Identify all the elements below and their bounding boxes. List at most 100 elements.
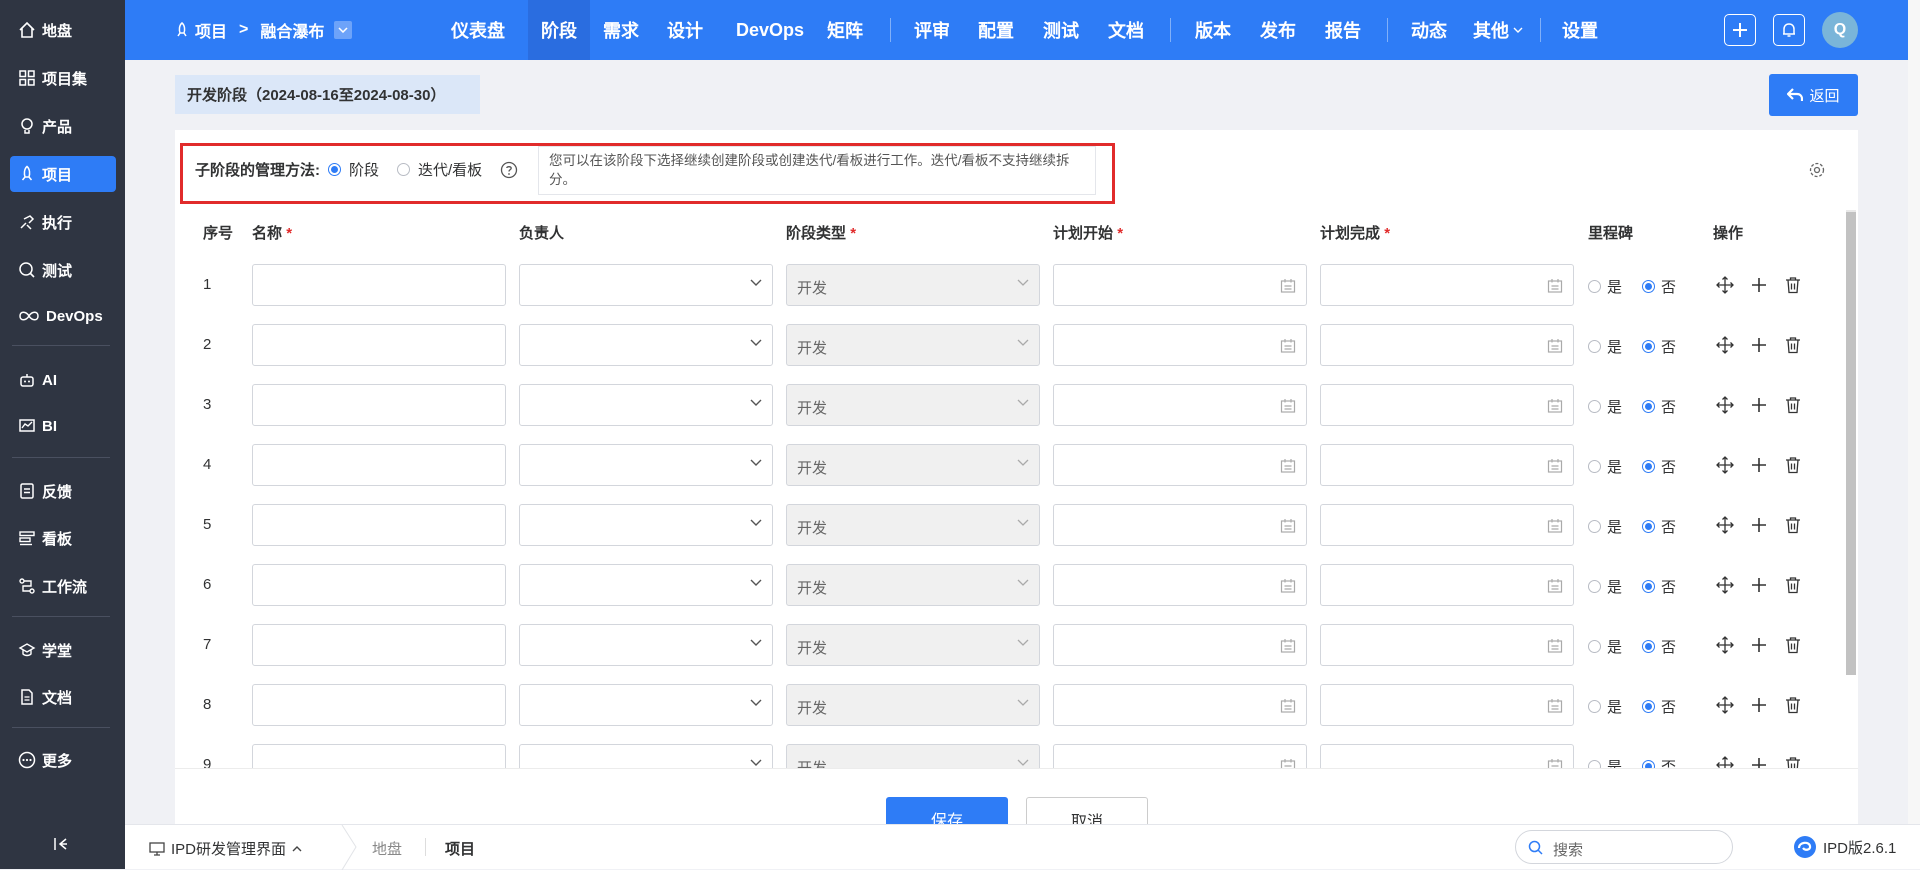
trash-icon[interactable] [1784, 396, 1802, 414]
plan-end-date[interactable] [1320, 264, 1574, 306]
nav-doc[interactable]: 文档 [1101, 0, 1151, 60]
plan-end-date[interactable] [1320, 564, 1574, 606]
move-icon[interactable] [1716, 336, 1734, 354]
nav-stage[interactable]: 阶段 [528, 0, 590, 60]
bottom-crumb-dashboard[interactable]: 地盘 [372, 838, 402, 859]
trash-icon[interactable] [1784, 336, 1802, 354]
plus-icon[interactable] [1750, 336, 1768, 354]
plan-end-date[interactable] [1320, 504, 1574, 546]
plus-icon[interactable] [1750, 636, 1768, 654]
sidebar-item-program[interactable]: 项目集 [10, 60, 116, 96]
nav-settings[interactable]: 设置 [1555, 0, 1605, 60]
name-input[interactable] [252, 504, 506, 546]
nav-design[interactable]: 设计 [660, 0, 710, 60]
plan-start-date[interactable] [1053, 564, 1307, 606]
trash-icon[interactable] [1784, 696, 1802, 714]
sidebar-item-project[interactable]: 项目 [10, 156, 116, 192]
nav-devops[interactable]: DevOps [730, 0, 810, 60]
owner-select[interactable] [519, 324, 773, 366]
move-icon[interactable] [1716, 456, 1734, 474]
milestone-yes-radio[interactable] [1588, 460, 1601, 473]
milestone-no-radio[interactable] [1642, 460, 1656, 473]
move-icon[interactable] [1716, 696, 1734, 714]
name-input[interactable] [252, 264, 506, 306]
plan-start-date[interactable] [1053, 744, 1307, 768]
plus-icon[interactable] [1750, 396, 1768, 414]
plan-end-date[interactable] [1320, 324, 1574, 366]
nav-review[interactable]: 评审 [907, 0, 957, 60]
nav-version[interactable]: 版本 [1188, 0, 1238, 60]
name-input[interactable] [252, 564, 506, 606]
milestone-yes-radio[interactable] [1588, 760, 1601, 768]
collapse-icon[interactable] [53, 836, 69, 852]
stage-type-select[interactable]: 开发 [786, 564, 1040, 606]
plan-start-date[interactable] [1053, 264, 1307, 306]
milestone-yes-radio[interactable] [1588, 700, 1601, 713]
notification-button[interactable] [1773, 14, 1805, 46]
table-scrollbar-thumb[interactable] [1846, 212, 1856, 675]
plan-end-date[interactable] [1320, 744, 1574, 768]
stage-type-select[interactable]: 开发 [786, 384, 1040, 426]
avatar[interactable]: Q [1822, 12, 1858, 48]
milestone-no-radio[interactable] [1642, 640, 1656, 653]
plan-end-date[interactable] [1320, 624, 1574, 666]
bottom-crumb-project[interactable]: 项目 [445, 838, 475, 859]
radio-iteration[interactable] [397, 163, 411, 176]
help-icon[interactable] [500, 161, 518, 179]
owner-select[interactable] [519, 444, 773, 486]
stage-type-select[interactable]: 开发 [786, 444, 1040, 486]
plus-icon[interactable] [1750, 756, 1768, 768]
plan-start-date[interactable] [1053, 624, 1307, 666]
search-input[interactable]: 搜索 [1515, 830, 1733, 864]
trash-icon[interactable] [1784, 636, 1802, 654]
name-input[interactable] [252, 324, 506, 366]
plan-start-date[interactable] [1053, 684, 1307, 726]
milestone-yes-radio[interactable] [1588, 400, 1601, 413]
move-icon[interactable] [1716, 576, 1734, 594]
milestone-yes-radio[interactable] [1588, 340, 1601, 353]
milestone-yes-radio[interactable] [1588, 520, 1601, 533]
nav-release[interactable]: 发布 [1253, 0, 1303, 60]
milestone-yes-radio[interactable] [1588, 580, 1601, 593]
move-icon[interactable] [1716, 396, 1734, 414]
milestone-no-radio[interactable] [1642, 700, 1656, 713]
sidebar-item-dashboard[interactable]: 地盘 [10, 12, 116, 48]
owner-select[interactable] [519, 264, 773, 306]
milestone-no-radio[interactable] [1642, 520, 1656, 533]
plan-end-date[interactable] [1320, 384, 1574, 426]
plus-icon[interactable] [1750, 516, 1768, 534]
move-icon[interactable] [1716, 276, 1734, 294]
create-button[interactable] [1724, 14, 1756, 46]
plus-icon[interactable] [1750, 576, 1768, 594]
gear-icon[interactable] [1808, 161, 1826, 179]
nav-dashboard[interactable]: 仪表盘 [433, 0, 523, 60]
stage-type-select[interactable]: 开发 [786, 504, 1040, 546]
trash-icon[interactable] [1784, 276, 1802, 294]
owner-select[interactable] [519, 744, 773, 768]
plan-end-date[interactable] [1320, 684, 1574, 726]
owner-select[interactable] [519, 384, 773, 426]
milestone-no-radio[interactable] [1642, 760, 1656, 768]
nav-test[interactable]: 测试 [1036, 0, 1086, 60]
plus-icon[interactable] [1750, 696, 1768, 714]
move-icon[interactable] [1716, 516, 1734, 534]
name-input[interactable] [252, 384, 506, 426]
owner-select[interactable] [519, 624, 773, 666]
owner-select[interactable] [519, 564, 773, 606]
sidebar-item-product[interactable]: 产品 [10, 108, 116, 144]
plan-end-date[interactable] [1320, 444, 1574, 486]
stage-type-select[interactable]: 开发 [786, 744, 1040, 768]
name-input[interactable] [252, 624, 506, 666]
nav-other[interactable]: 其他 [1467, 0, 1529, 60]
milestone-no-radio[interactable] [1642, 400, 1656, 413]
nav-report[interactable]: 报告 [1318, 0, 1368, 60]
milestone-yes-radio[interactable] [1588, 280, 1601, 293]
app-switcher[interactable]: IPD研发管理界面 [149, 838, 302, 859]
trash-icon[interactable] [1784, 756, 1802, 768]
trash-icon[interactable] [1784, 576, 1802, 594]
trash-icon[interactable] [1784, 456, 1802, 474]
plan-start-date[interactable] [1053, 444, 1307, 486]
milestone-no-radio[interactable] [1642, 340, 1656, 353]
nav-requirement[interactable]: 需求 [595, 0, 647, 60]
nav-activity[interactable]: 动态 [1404, 0, 1454, 60]
